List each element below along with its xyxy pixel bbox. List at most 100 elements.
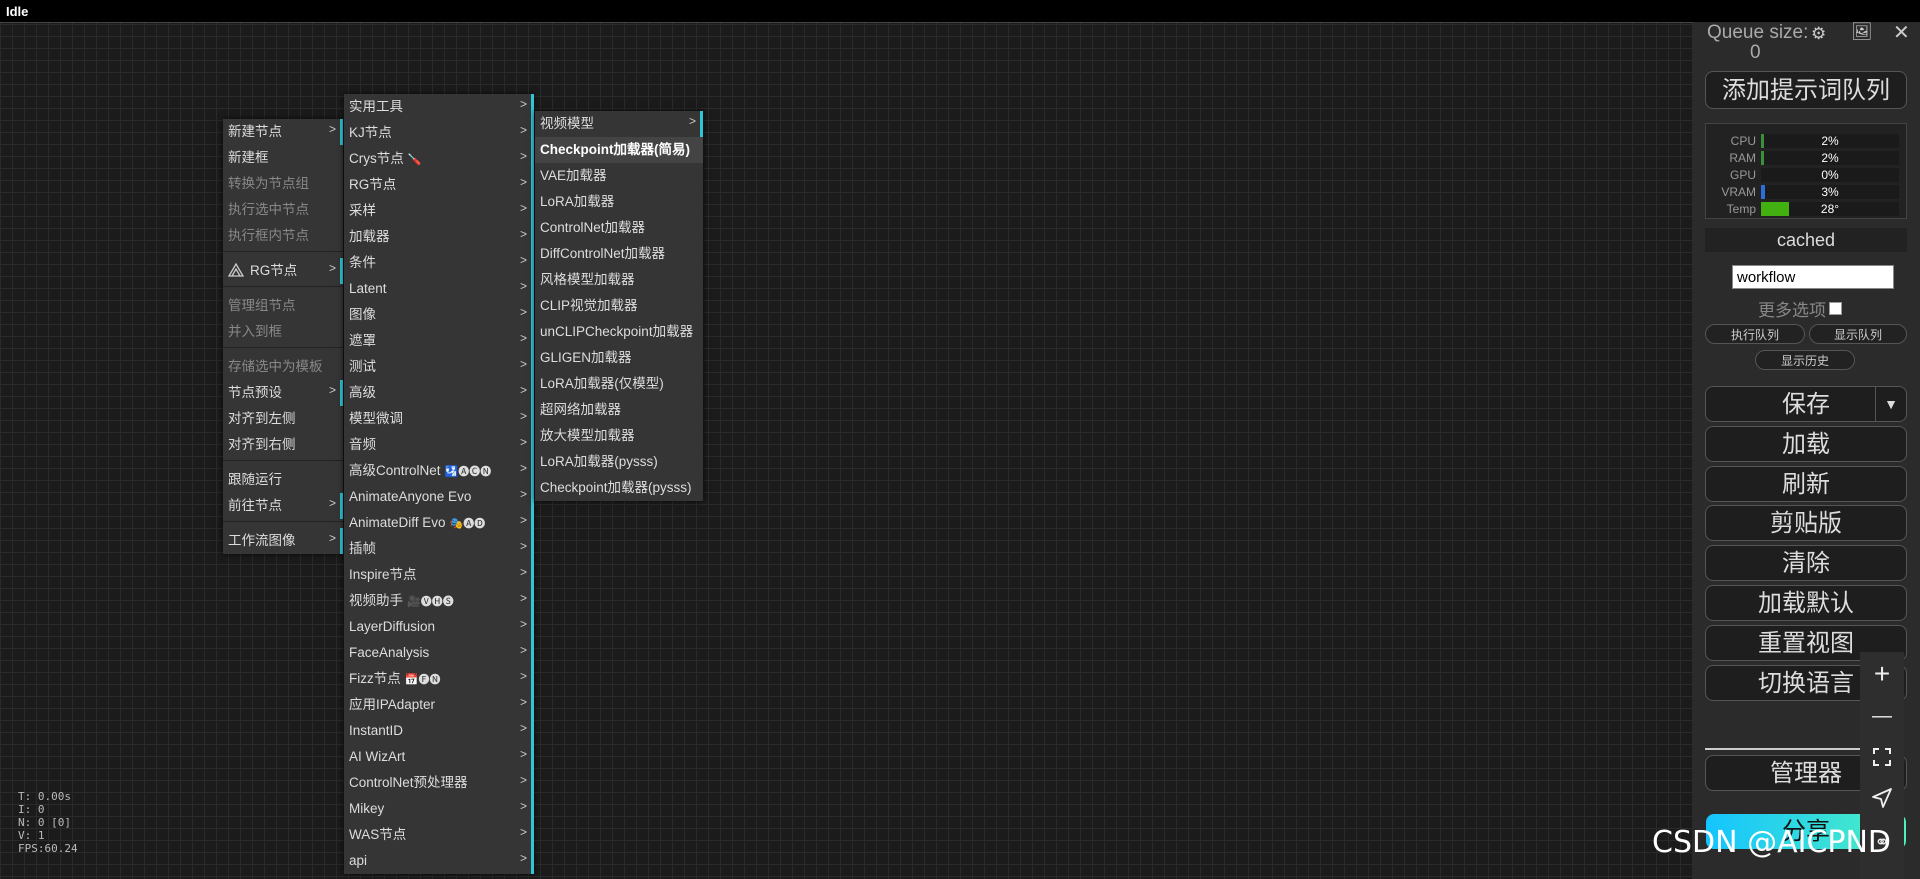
category-menu-item[interactable]: Latent > — [344, 276, 534, 302]
category-menu-item[interactable]: 高级 > — [344, 380, 534, 406]
category-menu-item[interactable]: 测试 > — [344, 354, 534, 380]
loader-menu-item[interactable]: 放大模型加载器 — [535, 423, 703, 449]
stat-label: Temp — [1726, 202, 1756, 216]
menu-item-label: FaceAnalysis — [349, 645, 430, 660]
loader-menu-item[interactable]: LoRA加载器(仅模型) — [535, 371, 703, 397]
loader-menu-item[interactable]: 风格模型加载器 — [535, 267, 703, 293]
load-default-button[interactable]: 加载默认 — [1705, 585, 1907, 621]
title-bar: Idle — [0, 0, 1920, 23]
send-icon[interactable] — [1860, 778, 1904, 822]
menu-item-label: GLIGEN加载器 — [540, 350, 632, 365]
context-menu-item[interactable]: 节点预设 > — [223, 380, 343, 406]
loader-menu-item[interactable]: unCLIPCheckpoint加载器 — [535, 319, 703, 345]
menu-item-label: 应用IPAdapter — [349, 697, 436, 712]
submenu-arrow-icon: > — [519, 825, 527, 839]
context-menu-item[interactable]: 工作流图像 > — [223, 528, 343, 554]
menu-item-label: 对齐到左侧 — [228, 411, 296, 426]
view-queue-button[interactable]: 显示队列 — [1809, 324, 1907, 344]
menu-item-label: LayerDiffusion — [349, 619, 436, 634]
save-button[interactable]: 保存 ▼ — [1705, 386, 1907, 422]
category-menu-item[interactable]: 图像 > — [344, 302, 534, 328]
category-menu-item[interactable]: Mikey > — [344, 796, 534, 822]
refresh-button[interactable]: 刷新 — [1705, 466, 1907, 502]
context-menu-item[interactable]: 对齐到左侧 — [223, 406, 343, 432]
category-menu-item[interactable]: Crys节点 🪛 > — [344, 146, 534, 172]
category-menu-item[interactable]: AnimateAnyone Evo > — [344, 484, 534, 510]
view-history-button[interactable]: 显示历史 — [1755, 350, 1855, 370]
submenu-arrow-icon: > — [519, 357, 527, 371]
category-menu-item[interactable]: FaceAnalysis > — [344, 640, 534, 666]
menu-item-label: Crys节点 — [349, 151, 404, 166]
context-menu-item[interactable]: 前往节点 > — [223, 493, 343, 519]
menu-item-label: 视频模型 — [540, 116, 594, 131]
menu-item-label: unCLIPCheckpoint加载器 — [540, 324, 694, 339]
category-menu-item[interactable]: 高级ControlNet 🛂🅐🅒🅝 > — [344, 458, 534, 484]
close-icon[interactable]: ✕ — [1893, 20, 1910, 45]
category-menu-item[interactable]: Inspire节点 > — [344, 562, 534, 588]
menu-item-label: 高级 — [349, 385, 376, 400]
category-menu-item[interactable]: AI WizArt > — [344, 744, 534, 770]
category-menu-item[interactable]: KJ节点 > — [344, 120, 534, 146]
category-menu-item[interactable]: 加载器 > — [344, 224, 534, 250]
category-menu-item[interactable]: 实用工具 > — [344, 94, 534, 120]
divider — [1705, 748, 1875, 750]
loader-menu-item[interactable]: GLIGEN加载器 — [535, 345, 703, 371]
category-menu-item[interactable]: 插帧 > — [344, 536, 534, 562]
loader-submenu: 视频模型 > Checkpoint加载器(简易) VAE加载器 LoRA加载器 Contr… — [535, 111, 703, 501]
loader-menu-item[interactable]: Checkpoint加载器(pysss) — [535, 475, 703, 501]
zoom-in-icon[interactable]: + — [1860, 652, 1904, 696]
workflow-name-input[interactable] — [1732, 265, 1894, 289]
loader-menu-item[interactable]: DiffControlNet加载器 — [535, 241, 703, 267]
load-button[interactable]: 加载 — [1705, 426, 1907, 462]
execute-queue-button[interactable]: 执行队列 — [1705, 324, 1805, 344]
category-menu-item[interactable]: Fizz节点 📅🅕🅝 > — [344, 666, 534, 692]
save-dropdown-icon[interactable]: ▼ — [1875, 387, 1906, 421]
loader-menu-item[interactable]: Checkpoint加载器(简易) — [535, 137, 703, 163]
loader-menu-item[interactable]: 超网络加载器 — [535, 397, 703, 423]
image-gallery-icon[interactable]: 🖼 — [1851, 22, 1873, 42]
stat-label: GPU — [1729, 168, 1756, 182]
stat-row-vram: VRAM 3% — [1706, 185, 1906, 201]
category-menu-item[interactable]: LayerDiffusion > — [344, 614, 534, 640]
fit-view-icon[interactable] — [1860, 736, 1904, 780]
more-options-checkbox[interactable] — [1829, 302, 1842, 315]
category-menu-item[interactable]: AnimateDiff Evo 🎭🅐🅓 > — [344, 510, 534, 536]
category-menu-item[interactable]: RG节点 > — [344, 172, 534, 198]
category-menu-item[interactable]: 条件 > — [344, 250, 534, 276]
category-menu-item[interactable]: 音频 > — [344, 432, 534, 458]
performance-info: T: 0.00s I: 0 N: 0 [0] V: 1 FPS:60.24 — [18, 790, 78, 855]
submenu-arrow-icon: > — [519, 123, 527, 137]
zoom-out-icon[interactable]: — — [1860, 694, 1904, 738]
category-menu-item[interactable]: api > — [344, 848, 534, 874]
menu-item-label: 存储选中为模板 — [228, 359, 323, 374]
loader-menu-item[interactable]: LoRA加载器(pysss) — [535, 449, 703, 475]
loader-menu-item[interactable]: LoRA加载器 — [535, 189, 703, 215]
category-menu-item[interactable]: 模型微调 > — [344, 406, 534, 432]
more-options-toggle[interactable]: 更多选项 — [1758, 296, 1842, 321]
queue-prompt-button[interactable]: 添加提示词队列 — [1705, 71, 1907, 109]
context-menu-item[interactable]: RG节点 > — [223, 258, 343, 284]
stat-label: RAM — [1729, 151, 1756, 165]
clipspace-button[interactable]: 剪贴版 — [1705, 505, 1907, 541]
context-menu-item[interactable]: 对齐到右侧 — [223, 432, 343, 458]
category-menu-item[interactable]: 应用IPAdapter > — [344, 692, 534, 718]
loader-menu-item[interactable]: 视频模型 > — [535, 111, 703, 137]
loader-menu-item[interactable]: ControlNet加载器 — [535, 215, 703, 241]
menu-item-label: 模型微调 — [349, 411, 403, 426]
clear-button[interactable]: 清除 — [1705, 545, 1907, 581]
context-menu-item[interactable]: 新建框 — [223, 145, 343, 171]
category-menu-item[interactable]: 遮罩 > — [344, 328, 534, 354]
loader-menu-item[interactable]: CLIP视觉加载器 — [535, 293, 703, 319]
category-menu-item[interactable]: ControlNet预处理器 > — [344, 770, 534, 796]
menu-item-label: ControlNet预处理器 — [349, 775, 468, 790]
category-menu-item[interactable]: 采样 > — [344, 198, 534, 224]
context-menu-item[interactable]: 新建节点 > — [223, 119, 343, 145]
category-menu-item[interactable]: 视频助手 🎥🅥🅗🅢 > — [344, 588, 534, 614]
loader-menu-item[interactable]: VAE加载器 — [535, 163, 703, 189]
menu-item-label: AI WizArt — [349, 749, 406, 764]
category-menu-item[interactable]: InstantID > — [344, 718, 534, 744]
category-menu-item[interactable]: WAS节点 > — [344, 822, 534, 848]
settings-gear-icon[interactable]: ⚙ — [1811, 24, 1826, 44]
submenu-arrow-icon: > — [328, 122, 336, 136]
context-menu-item[interactable]: 跟随运行 — [223, 467, 343, 493]
